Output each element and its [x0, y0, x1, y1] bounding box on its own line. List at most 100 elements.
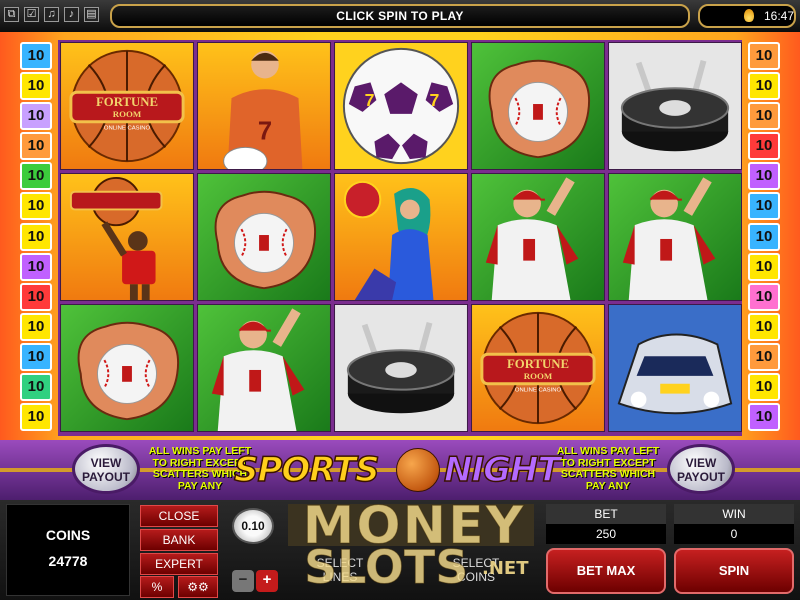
basketball-player-icon — [61, 174, 193, 300]
payline-left-12[interactable]: 10 — [20, 373, 52, 402]
settings-icon[interactable]: ♪ — [64, 7, 79, 22]
reel-1: FORTUNE ROOM ONLINE CASINO — [60, 42, 194, 434]
close-button[interactable]: CLOSE — [140, 505, 218, 527]
bet-value: 250 — [546, 524, 666, 544]
chart-icon[interactable]: ▤ — [84, 7, 99, 22]
symbol-basketball-logo: FORTUNE ROOM ONLINE CASINO — [471, 304, 605, 432]
logo-line1: FORTUNE — [96, 95, 158, 109]
select-coins-button[interactable]: SELECT COINS — [438, 556, 514, 584]
clock-time: 16:47 — [764, 9, 795, 23]
coin-minus-button[interactable]: − — [232, 570, 254, 592]
payline-left-3[interactable]: 10 — [20, 102, 52, 131]
payline-left-4[interactable]: 10 — [20, 132, 52, 161]
svg-text:7: 7 — [430, 90, 440, 110]
game-area: 10 10 10 10 10 10 10 10 10 10 10 10 10 10 10 10 10 10 10 1… — [0, 32, 800, 440]
payline-left-9[interactable]: 10 — [20, 282, 52, 311]
reel-3: 77 — [334, 42, 468, 434]
coin-plus-button[interactable]: + — [256, 570, 278, 592]
payline-right-4[interactable]: 10 — [748, 132, 780, 161]
logo-line2: ROOM — [113, 109, 142, 119]
payline-left-2[interactable]: 10 — [20, 72, 52, 101]
race-car-icon — [609, 305, 741, 431]
payline-right-6[interactable]: 10 — [748, 192, 780, 221]
payline-right-7[interactable]: 10 — [748, 222, 780, 251]
symbol-baseball-glove — [197, 173, 331, 301]
symbol-baseball-glove — [60, 304, 194, 432]
view-payout-button-right[interactable]: VIEW PAYOUT — [667, 444, 735, 494]
bet-label: BET — [546, 504, 666, 524]
coins-label: COINS — [45, 527, 91, 543]
payline-left-6[interactable]: 10 — [20, 192, 52, 221]
symbol-soccer-ball: 77 — [334, 42, 468, 170]
payline-left-13[interactable]: 10 — [20, 403, 52, 432]
payline-left-5[interactable]: 10 — [20, 162, 52, 191]
hockey-puck-icon — [609, 43, 741, 169]
symbol-baseball-pitcher — [608, 173, 742, 301]
basketball-logo-icon: FORTUNEROOM ONLINE CASINO — [61, 43, 193, 169]
spin-button[interactable]: SPIN — [674, 548, 794, 594]
baseball-glove-icon — [198, 174, 330, 300]
baseball-pitcher-icon — [609, 174, 741, 300]
payline-right-9[interactable]: 10 — [748, 282, 780, 311]
logo-line3: ONLINE CASINO — [515, 388, 562, 394]
svg-text:7: 7 — [258, 117, 272, 145]
gears-icon: ⚙⚙ — [187, 580, 209, 594]
win-label: WIN — [674, 504, 794, 524]
symbol-baseball-glove — [471, 42, 605, 170]
top-bar: ⧉ ☑ ♫ ♪ ▤ CLICK SPIN TO PLAY 16:47 — [0, 0, 800, 32]
reel-5 — [608, 42, 742, 434]
race-girl-icon — [335, 174, 467, 300]
payline-left-8[interactable]: 10 — [20, 252, 52, 281]
payline-right-2[interactable]: 10 — [748, 72, 780, 101]
message-bar: CLICK SPIN TO PLAY — [110, 4, 690, 28]
flame-icon — [744, 9, 754, 22]
sound-icon[interactable]: ♫ — [44, 7, 59, 22]
logo-word-sports: SPORTS — [233, 449, 380, 491]
payline-right-12[interactable]: 10 — [748, 373, 780, 402]
payline-right-10[interactable]: 10 — [748, 312, 780, 341]
checkbox-icon[interactable]: ☑ — [24, 7, 39, 22]
paylines-left: 10 10 10 10 10 10 10 10 10 10 10 10 10 — [20, 42, 52, 433]
game-logo: SPORTS NIGHT — [230, 442, 570, 498]
bank-button[interactable]: BANK — [140, 529, 218, 551]
symbol-race-girl — [334, 173, 468, 301]
expert-button[interactable]: EXPERT — [140, 553, 218, 575]
payline-right-5[interactable]: 10 — [748, 162, 780, 191]
clock-box: 16:47 — [698, 4, 796, 28]
reel-2: 7 — [197, 42, 331, 434]
hockey-puck-icon — [335, 305, 467, 431]
symbol-baseball-pitcher — [197, 304, 331, 432]
reel-4: FORTUNE ROOM ONLINE CASINO — [471, 42, 605, 434]
coin-size-chip[interactable]: 0.10 — [232, 508, 274, 544]
symbol-baseball-pitcher — [471, 173, 605, 301]
payline-left-1[interactable]: 10 — [20, 42, 52, 70]
payline-right-3[interactable]: 10 — [748, 102, 780, 131]
payline-left-11[interactable]: 10 — [20, 342, 52, 371]
payline-right-8[interactable]: 10 — [748, 252, 780, 281]
logo-line1: FORTUNE — [507, 357, 569, 371]
view-payout-button-left[interactable]: VIEW PAYOUT — [72, 444, 140, 494]
logo-line3: ONLINE CASINO — [104, 126, 151, 132]
payline-right-11[interactable]: 10 — [748, 342, 780, 371]
symbol-hockey-puck — [608, 42, 742, 170]
percent-button[interactable]: % — [140, 576, 174, 598]
soccer-ball-icon: 77 — [335, 43, 467, 169]
settings-gears-button[interactable]: ⚙⚙ — [178, 576, 218, 598]
baseball-glove-icon — [61, 305, 193, 431]
bet-max-button[interactable]: BET MAX — [546, 548, 666, 594]
select-lines-button[interactable]: SELECT LINES — [302, 556, 378, 584]
symbol-race-car — [608, 304, 742, 432]
payline-left-10[interactable]: 10 — [20, 312, 52, 341]
basketball-logo-icon: FORTUNEROOM ONLINE CASINO — [472, 305, 604, 431]
payline-left-7[interactable]: 10 — [20, 222, 52, 251]
payline-right-1[interactable]: 10 — [748, 42, 780, 70]
baseball-glove-icon — [472, 43, 604, 169]
logo-line2: ROOM — [524, 371, 553, 381]
payline-right-13[interactable]: 10 — [748, 403, 780, 432]
win-value: 0 — [674, 524, 794, 544]
basketball-icon — [396, 448, 440, 492]
symbol-hockey-puck — [334, 304, 468, 432]
baseball-pitcher-icon — [198, 305, 330, 431]
windows-icon[interactable]: ⧉ — [4, 7, 19, 22]
coins-value: 24778 — [48, 553, 88, 569]
